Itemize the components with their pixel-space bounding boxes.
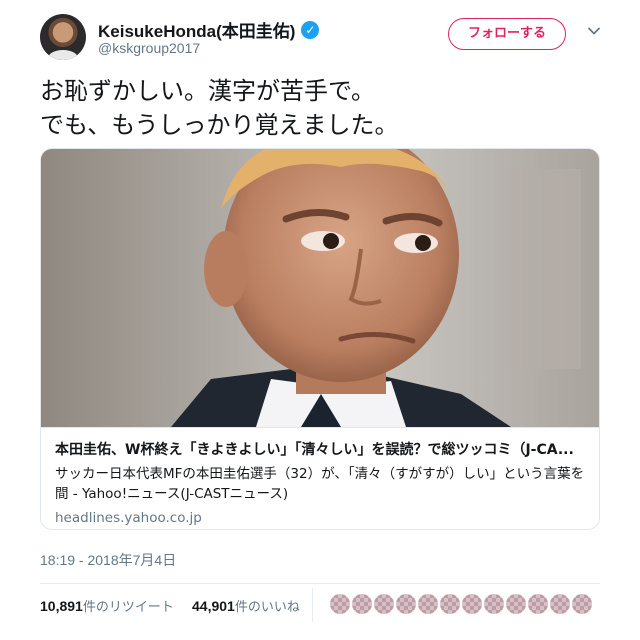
avatar[interactable] [462,594,482,614]
tweet-timestamp[interactable]: 18:19 - 2018年7月4日 [40,550,176,570]
verified-check-icon: ✓ [301,20,320,39]
card-image[interactable] [41,149,599,427]
avatar[interactable] [440,594,460,614]
card-description: サッカー日本代表MFの本田圭佑選手（32）が、「清々（すがすが）しい」という言葉… [55,466,585,502]
card-photo [41,149,599,427]
likes-label: 件のいいね [234,600,300,615]
avatar[interactable] [40,14,86,60]
chevron-down-icon[interactable] [587,24,601,38]
name-row: KeisukeHonda(本田圭佑) ✓ [98,17,320,42]
card-domain: headlines.yahoo.co.jp [55,510,202,526]
display-name[interactable]: KeisukeHonda(本田圭佑) [98,17,295,42]
card-body[interactable]: 本田圭佑、W杯終え「きよきよしい」「清々しい」を誤読？で総ツッコミ（J-CA..… [41,427,599,529]
avatar[interactable] [352,594,372,614]
retweets-count: 10,891 [40,598,83,614]
avatar[interactable] [572,594,592,614]
avatar[interactable] [374,594,394,614]
user-handle[interactable]: @kskgroup2017 [98,40,200,56]
avatar[interactable] [550,594,570,614]
stats-row: 10,891件のリツイート 44,901件のいいね [40,588,600,622]
liker-avatars [330,594,592,614]
tweet-text-line: お恥ずかしい。漢字が苦手で。 [40,77,376,105]
avatar[interactable] [418,594,438,614]
avatar[interactable] [396,594,416,614]
avatar[interactable] [528,594,548,614]
link-card[interactable]: 本田圭佑、W杯終え「きよきよしい」「清々しい」を誤読？で総ツッコミ（J-CA..… [40,148,600,530]
avatar[interactable] [330,594,350,614]
card-title[interactable]: 本田圭佑、W杯終え「きよきよしい」「清々しい」を誤読？で総ツッコミ（J-CA..… [55,440,587,460]
likes-stat[interactable]: 44,901件のいいね [192,596,300,615]
avatar[interactable] [484,594,504,614]
follow-button[interactable]: フォローする [448,18,566,50]
divider [312,588,313,622]
divider [40,583,600,584]
tweet-text-line: でも、もうしっかり覚えました。 [40,111,399,139]
retweets-stat[interactable]: 10,891件のリツイート [40,596,174,615]
retweets-label: 件のリツイート [82,600,174,615]
tweet-text: お恥ずかしい。漢字が苦手で。 でも、もうしっかり覚えました。 [40,74,600,142]
tweet-header: KeisukeHonda(本田圭佑) ✓ @kskgroup2017 フォローす… [40,14,610,64]
avatar[interactable] [506,594,526,614]
likes-count: 44,901 [192,598,235,614]
